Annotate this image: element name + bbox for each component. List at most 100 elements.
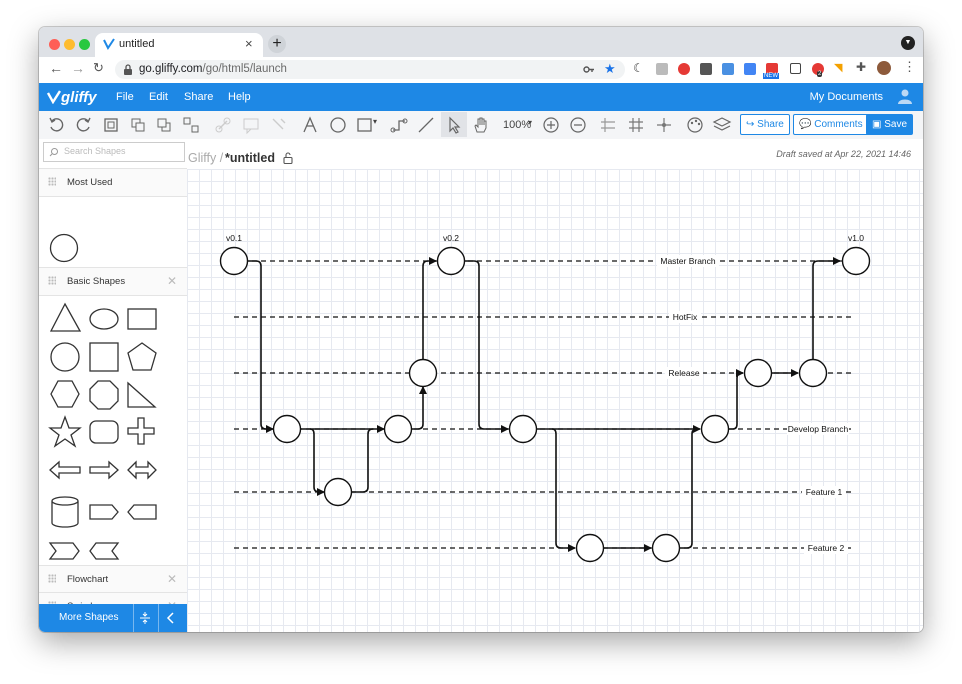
format-painter-icon[interactable]	[269, 115, 289, 135]
commit-node	[436, 246, 466, 276]
collapse-sections-icon[interactable]	[138, 611, 152, 625]
my-documents-link[interactable]: My Documents	[810, 91, 883, 103]
collapse-sidebar-chevron-icon[interactable]	[166, 612, 176, 624]
share-button[interactable]: ↪ Share	[740, 114, 790, 135]
zoom-dropdown-chevron-icon[interactable]: ▾	[528, 118, 532, 127]
save-button-label: Save	[884, 119, 908, 130]
close-section-icon[interactable]: ✕	[167, 274, 177, 288]
ellipse-tool-icon[interactable]	[328, 115, 348, 135]
rss-icon[interactable]: ◥	[834, 61, 842, 74]
sidebar-section-basic-shapes[interactable]: Basic Shapes ✕	[39, 267, 187, 296]
screenshot-extension-icon[interactable]	[790, 63, 801, 74]
minimize-window-button[interactable]	[64, 39, 75, 50]
redo-icon[interactable]	[73, 115, 93, 135]
breadcrumb-root[interactable]: Gliffy /	[188, 151, 223, 165]
right-arrow-shape	[89, 460, 119, 480]
connector	[465, 260, 509, 433]
pan-hand-icon[interactable]	[471, 115, 491, 135]
translate-extension-icon[interactable]	[744, 63, 756, 75]
lane-label-release: Release	[668, 368, 699, 378]
menu-file[interactable]: File	[116, 91, 134, 103]
extensions-puzzle-icon[interactable]: ✚	[856, 60, 866, 74]
extension-icon[interactable]	[656, 63, 668, 75]
sidebar-section-most-used[interactable]: Most Used	[39, 168, 187, 197]
document-title[interactable]: *untitled	[225, 151, 275, 165]
comment-icon[interactable]	[241, 115, 261, 135]
zoom-in-icon[interactable]	[541, 115, 561, 135]
comments-button[interactable]: 💬 Comments	[793, 114, 869, 135]
search-placeholder: Search Shapes	[64, 146, 126, 156]
rectangle-tool-icon[interactable]	[355, 115, 375, 135]
search-icon	[49, 148, 58, 157]
link-icon[interactable]	[213, 115, 233, 135]
tag-right-shape	[89, 504, 119, 520]
grid-icon[interactable]	[626, 115, 646, 135]
connector	[412, 386, 427, 430]
menu-edit[interactable]: Edit	[149, 91, 168, 103]
menu-help[interactable]: Help	[228, 91, 251, 103]
maximize-window-button[interactable]	[79, 39, 90, 50]
tab-title: untitled	[119, 38, 155, 50]
extension-icon[interactable]	[678, 63, 690, 75]
chrome-menu-dropdown-icon[interactable]: ▼	[901, 36, 915, 50]
send-backward-icon[interactable]	[154, 115, 174, 135]
connector	[422, 257, 437, 359]
bring-forward-icon[interactable]	[128, 115, 148, 135]
user-icon[interactable]	[897, 88, 913, 104]
profile-avatar[interactable]	[877, 61, 891, 75]
address-bar[interactable]: go.gliffy.com/go/html5/launch ★	[115, 60, 625, 79]
browser-tab[interactable]: untitled ×	[95, 33, 263, 57]
lane-label-feature-1: Feature 1	[806, 487, 843, 497]
unlock-icon[interactable]	[283, 152, 293, 164]
drag-handle-icon[interactable]	[48, 276, 56, 285]
key-icon[interactable]	[583, 64, 595, 75]
back-icon[interactable]: ←	[49, 60, 63, 76]
page-guides-icon[interactable]	[598, 115, 618, 135]
arrange-icon[interactable]	[181, 115, 201, 135]
zoom-out-icon[interactable]	[568, 115, 588, 135]
text-tool-icon[interactable]	[300, 115, 320, 135]
layers-icon[interactable]	[712, 115, 732, 135]
menu-share[interactable]: Share	[184, 91, 213, 103]
diagram-canvas[interactable]: Master Branch HotFix Release Develop Bra…	[187, 169, 923, 632]
drag-handle-icon[interactable]	[48, 177, 56, 186]
bookmark-star-icon[interactable]: ★	[604, 61, 616, 77]
group-icon[interactable]	[101, 115, 121, 135]
circle-shape[interactable]	[49, 233, 79, 263]
commit-node	[408, 358, 438, 388]
close-window-button[interactable]	[49, 39, 60, 50]
shape-search-input[interactable]: Search Shapes	[43, 142, 185, 162]
save-button[interactable]: ▣ Save	[866, 114, 914, 135]
extension-icon[interactable]	[722, 63, 734, 75]
connector-tool-icon[interactable]	[389, 115, 409, 135]
connector	[247, 260, 274, 433]
connector	[551, 428, 576, 552]
basic-shapes-palette[interactable]	[47, 301, 183, 563]
tab-close-icon[interactable]: ×	[245, 36, 253, 51]
new-tab-button[interactable]: +	[268, 35, 286, 53]
extension-icon[interactable]	[700, 63, 712, 75]
circle-shape	[50, 342, 80, 372]
browser-window: untitled × + ▼ ← → ↻ go.gliffy.com/go/ht…	[39, 27, 923, 632]
forward-icon[interactable]: →	[71, 60, 85, 76]
double-arrow-shape	[127, 460, 157, 480]
dark-mode-extension-icon[interactable]: ☾	[633, 61, 644, 75]
snap-icon[interactable]	[654, 115, 674, 135]
more-shapes-button[interactable]: More Shapes	[39, 604, 187, 632]
undo-icon[interactable]	[47, 115, 67, 135]
close-section-icon[interactable]: ✕	[167, 572, 177, 586]
gitflow-diagram[interactable]: Master Branch HotFix Release Develop Bra…	[187, 169, 923, 632]
theme-palette-icon[interactable]	[685, 115, 705, 135]
reload-icon[interactable]: ↻	[93, 60, 104, 76]
section-label: Basic Shapes	[67, 276, 126, 287]
gliffy-logo[interactable]: gliffy	[46, 88, 97, 106]
line-tool-icon[interactable]	[416, 115, 436, 135]
drag-handle-icon[interactable]	[48, 574, 56, 583]
zoom-level[interactable]: 100%	[503, 119, 531, 131]
more-menu-icon[interactable]: ⋮	[903, 59, 916, 75]
draft-status: Draft saved at Apr 22, 2021 14:46	[776, 149, 911, 159]
sidebar-section-flowchart[interactable]: Flowchart ✕	[39, 565, 187, 594]
shape-dropdown-chevron-icon[interactable]: ▾	[373, 117, 377, 126]
app-header: gliffy File Edit Share Help My Documents	[39, 83, 923, 111]
pointer-tool-icon[interactable]	[444, 115, 464, 135]
